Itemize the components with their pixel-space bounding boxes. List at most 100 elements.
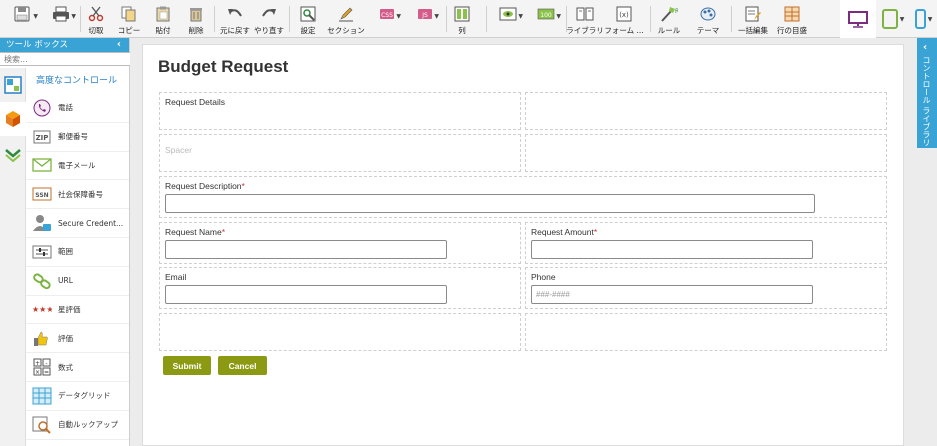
form-cell-spacer[interactable]: Spacer — [159, 134, 521, 172]
script-button[interactable]: JS ▼ — [411, 0, 439, 38]
phone-input[interactable]: ###-#### — [531, 285, 813, 304]
form-cell-phone[interactable]: Phone ###-#### — [525, 267, 887, 309]
copy-icon — [120, 6, 138, 22]
rule-button[interactable]: R ルール — [655, 0, 683, 38]
control-secure-credential[interactable]: Secure Credent... — [26, 209, 129, 238]
library-label: ライブラリ — [566, 26, 604, 35]
svg-text:+: + — [35, 360, 40, 367]
svg-text:ZIP: ZIP — [36, 134, 49, 142]
control-ssn[interactable]: SSN 社会保障番号 — [26, 180, 129, 210]
submit-button[interactable]: Submit — [163, 356, 211, 375]
expand-chevron-icon[interactable]: ‹ — [923, 42, 927, 53]
print-button[interactable]: ▼ — [46, 0, 76, 38]
form-cell-empty[interactable] — [525, 92, 887, 130]
redo-button[interactable]: やり直す — [254, 0, 284, 38]
request-name-input[interactable] — [165, 240, 447, 259]
cut-button[interactable]: 切取 — [84, 0, 108, 38]
theme-button[interactable]: テーマ — [694, 0, 722, 38]
slider-icon — [32, 242, 52, 262]
section-button[interactable]: セクション — [327, 0, 365, 38]
user-lock-icon — [32, 213, 52, 233]
column-button[interactable]: 列 — [452, 0, 472, 38]
mobile-view-button[interactable]: ▼ — [910, 0, 937, 38]
style-button[interactable]: CSS ▼ — [373, 0, 401, 38]
bulk-edit-button[interactable]: 一括編集 — [737, 0, 769, 38]
toolbar-divider — [486, 6, 487, 32]
desktop-view-button[interactable] — [840, 0, 876, 38]
form-cell-email[interactable]: Email — [159, 267, 521, 309]
email-input[interactable] — [165, 285, 447, 304]
chevron-down-icon: ▼ — [434, 13, 439, 20]
form-button[interactable]: (x) フォーム ... — [604, 0, 644, 38]
collapse-chevron-icon[interactable]: ‹ — [117, 38, 121, 52]
paste-button[interactable]: 貼付 — [150, 0, 176, 38]
library-button[interactable]: ライブラリ — [566, 0, 604, 38]
zoom-button[interactable]: 100 ▼ — [531, 0, 561, 38]
chevron-down-icon: ▼ — [33, 13, 38, 20]
form-cell-request-amount[interactable]: Request Amount* — [525, 222, 887, 264]
svg-text:SSN: SSN — [35, 192, 48, 199]
form-cell-empty[interactable] — [525, 134, 887, 172]
theme-label: テーマ — [696, 26, 720, 35]
control-url[interactable]: URL — [26, 267, 129, 296]
control-range[interactable]: 範囲 — [26, 238, 129, 267]
rule-icon: R — [660, 6, 678, 22]
tab-layout[interactable] — [0, 68, 26, 102]
layout-icon — [4, 76, 22, 94]
request-description-input[interactable] — [165, 194, 815, 213]
row-guide-label: 行の目盛 — [777, 26, 807, 35]
control-auto-lookup[interactable]: 自動ルックアップ — [26, 411, 129, 440]
svg-text:R: R — [675, 8, 678, 15]
tablet-view-button[interactable]: ▼ — [880, 0, 906, 38]
control-email[interactable]: 電子メール — [26, 152, 129, 181]
tab-advanced-controls[interactable] — [0, 102, 26, 136]
copy-button[interactable]: コピー — [116, 0, 142, 38]
envelope-icon — [32, 155, 52, 175]
section-label: セクション — [327, 26, 365, 35]
chevron-down-icon: ▼ — [518, 13, 523, 20]
delete-button[interactable]: 削除 — [183, 0, 209, 38]
control-zip[interactable]: ZIP 郵便番号 — [26, 123, 129, 152]
request-details-label: Request Details — [165, 97, 226, 107]
control-library-panel[interactable]: ‹ コントロール ライブラリ — [917, 38, 937, 148]
form-cell-empty[interactable] — [159, 313, 521, 351]
control-phone[interactable]: 電話 — [26, 94, 129, 123]
form-cell-request-name[interactable]: Request Name* — [159, 222, 521, 264]
toolbox-header: ツール ボックス ‹ — [0, 38, 129, 52]
save-button[interactable]: ▼ — [6, 0, 38, 38]
control-star-rating[interactable]: ★★★ 星評価 — [26, 296, 129, 325]
control-rating[interactable]: 評価 — [26, 324, 129, 354]
cancel-button[interactable]: Cancel — [218, 356, 267, 375]
toolbar-divider — [446, 6, 447, 32]
thumbs-icon — [32, 328, 52, 348]
edit-list-icon — [744, 6, 762, 22]
toolbox-title: ツール ボックス — [6, 40, 68, 50]
chevron-down-icon: ▼ — [396, 13, 401, 20]
row-guide-button[interactable]: 行の目盛 — [775, 0, 809, 38]
bulk-edit-label: 一括編集 — [738, 26, 768, 35]
lookup-icon — [32, 415, 52, 435]
svg-text:★★★: ★★★ — [32, 305, 52, 314]
table-icon — [32, 386, 52, 406]
redo-icon — [260, 6, 278, 22]
toolbar: ▼ ▼ 切取 コピー 貼付 削除 元に戻す やり直す 設定 セクション CSS … — [0, 0, 937, 38]
save-icon — [13, 6, 31, 22]
form-cell-request-description[interactable]: Request Description* — [159, 176, 887, 218]
toolbox-category-tabs — [0, 68, 26, 446]
form-cell-empty[interactable] — [525, 313, 887, 351]
control-formula[interactable]: + - × = 数式 — [26, 353, 129, 382]
request-amount-input[interactable] — [531, 240, 813, 259]
settings-button[interactable]: 設定 — [294, 0, 322, 38]
control-data-grid[interactable]: データグリッド — [26, 382, 129, 411]
pencil-icon — [337, 6, 355, 22]
form-cell-request-details[interactable]: Request Details — [159, 92, 521, 130]
undo-button[interactable]: 元に戻す — [219, 0, 251, 38]
stars-icon: ★★★ — [32, 299, 52, 319]
settings-label: 設定 — [300, 26, 316, 35]
form-title[interactable]: Budget Request — [158, 57, 288, 77]
monitor-icon — [848, 10, 868, 28]
toolbox-search-input[interactable] — [0, 52, 130, 66]
scissors-icon — [87, 6, 105, 22]
preview-button[interactable]: ▼ — [493, 0, 523, 38]
tab-connectors[interactable] — [0, 136, 26, 170]
